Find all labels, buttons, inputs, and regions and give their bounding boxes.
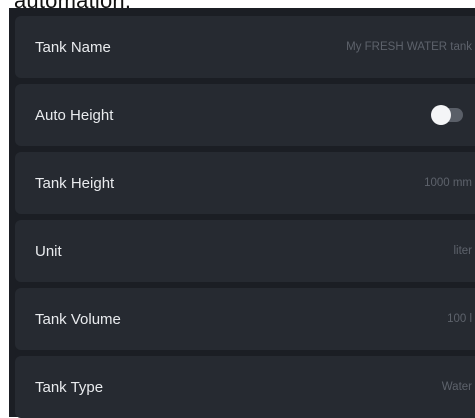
tank-settings-panel: Tank Name My FRESH WATER tank Auto Heigh… — [9, 8, 475, 418]
setting-row-tank-name[interactable]: Tank Name My FRESH WATER tank — [15, 16, 475, 78]
setting-row-tank-volume[interactable]: Tank Volume 100 l — [15, 288, 475, 350]
toggle-knob — [431, 105, 451, 125]
setting-row-unit[interactable]: Unit liter — [15, 220, 475, 282]
unit-label: Unit — [35, 242, 62, 260]
auto-height-toggle[interactable] — [431, 105, 463, 125]
tank-height-label: Tank Height — [35, 174, 115, 192]
tank-volume-label: Tank Volume — [35, 310, 121, 328]
tank-volume-value: 100 l — [447, 313, 472, 325]
unit-value: liter — [453, 245, 472, 257]
auto-height-label: Auto Height — [35, 106, 114, 124]
tank-type-label: Tank Type — [35, 378, 104, 396]
setting-row-tank-type[interactable]: Tank Type Water — [15, 356, 475, 418]
tank-type-value: Water — [441, 381, 472, 393]
tank-name-label: Tank Name — [35, 38, 111, 56]
tank-name-value: My FRESH WATER tank — [346, 41, 472, 53]
setting-row-auto-height[interactable]: Auto Height — [15, 84, 475, 146]
setting-row-tank-height[interactable]: Tank Height 1000 mm — [15, 152, 475, 214]
tank-height-value: 1000 mm — [424, 177, 472, 189]
